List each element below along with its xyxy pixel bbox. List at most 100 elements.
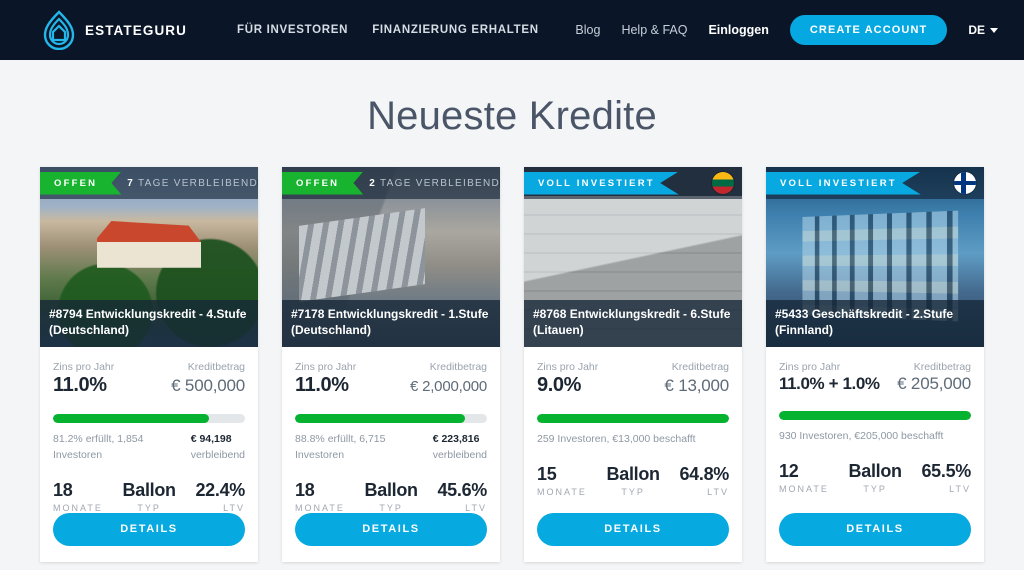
ltv-key: LTV — [707, 486, 729, 497]
secondary-nav: Blog Help & FAQ Einloggen CREATE ACCOUNT… — [575, 15, 998, 45]
stat-ltv: 64.8% LTV — [679, 464, 729, 497]
loan-card-status-bar: OFFEN 2 TAGE VERBLEIBEND — [282, 167, 500, 199]
interest-rate-value: 11.0% — [295, 374, 349, 396]
days-remaining-number: 7 — [127, 177, 135, 189]
funding-progress-text: 88.8% erfüllt, 6,715 Investoren — [295, 433, 386, 461]
remaining-amount: € 94,198 — [190, 433, 232, 445]
stat-type: Ballon TYP — [364, 479, 419, 513]
funding-progress-bar — [295, 414, 487, 423]
funding-summary: 930 Investoren, €205,000 beschafft — [779, 429, 971, 445]
months-key: MONATE — [779, 483, 829, 494]
stat-ltv: 65.5% LTV — [921, 461, 971, 494]
loan-type-key: TYP — [137, 502, 161, 513]
loan-card-media: VOLL INVESTIERT #5433 Geschäftskredit - … — [766, 167, 984, 347]
funding-summary: 259 Investoren, €13,000 beschafft — [537, 432, 729, 448]
months-key: MONATE — [537, 486, 587, 497]
loan-title: #8794 Entwicklungskredit - 4.Stufe (Deut… — [40, 300, 258, 347]
loan-metric-values: 11.0% € 2,000,000 — [295, 374, 487, 397]
status-badge: VOLL INVESTIERT — [524, 171, 679, 195]
language-selector-label: DE — [968, 23, 985, 37]
stat-months: 12 MONATE — [779, 461, 829, 494]
nav-link-blog[interactable]: Blog — [575, 23, 600, 37]
loan-card-media: VOLL INVESTIERT #8768 Entwicklungskredit… — [524, 167, 742, 347]
loan-title: #7178 Entwicklungskredit - 1.Stufe (Deut… — [282, 300, 500, 347]
loan-card-status-bar: OFFEN 7 TAGE VERBLEIBEND — [40, 167, 258, 199]
funding-progress-fill — [537, 414, 729, 423]
interest-rate-value: 11.0% — [53, 374, 107, 396]
rate-label: Zins pro Jahr — [295, 361, 357, 373]
funding-progress-fill — [295, 414, 466, 423]
funding-progress-fill — [779, 411, 971, 420]
loan-type-key: TYP — [863, 483, 887, 494]
loan-stats: 18 MONATE Ballon TYP 45.6% LTV — [295, 480, 487, 513]
interest-rate-value: 11.0% + 1.0% — [779, 374, 880, 393]
language-selector[interactable]: DE — [968, 23, 998, 37]
months-value: 18 — [53, 479, 73, 500]
loan-title: #5433 Geschäftskredit - 2.Stufe (Finnlan… — [766, 300, 984, 347]
days-remaining-number: 2 — [369, 177, 377, 189]
loan-card[interactable]: VOLL INVESTIERT #5433 Geschäftskredit - … — [766, 167, 984, 562]
nav-link-fuer-investoren[interactable]: FÜR INVESTOREN — [237, 24, 348, 36]
months-value: 18 — [295, 479, 315, 500]
loan-amount-value: € 2,000,000 — [409, 378, 487, 395]
loan-card-status-bar: VOLL INVESTIERT — [524, 167, 742, 199]
details-button[interactable]: DETAILS — [537, 512, 729, 546]
status-badge: OFFEN — [40, 171, 122, 195]
funding-progress-bar — [53, 414, 245, 423]
days-remaining: 2 TAGE VERBLEIBEND — [369, 178, 500, 189]
ltv-value: 65.5% — [921, 460, 971, 481]
loan-stats: 12 MONATE Ballon TYP 65.5% LTV — [779, 461, 971, 494]
interest-rate-value: 9.0% — [537, 374, 581, 396]
loan-card[interactable]: OFFEN 7 TAGE VERBLEIBEND #8794 Entwicklu… — [40, 167, 258, 562]
loan-metric-labels: Zins pro Jahr Kreditbetrag — [295, 361, 487, 373]
rate-label: Zins pro Jahr — [779, 361, 841, 373]
details-button[interactable]: DETAILS — [779, 512, 971, 546]
page-title: Neueste Kredite — [367, 94, 657, 138]
loan-card[interactable]: OFFEN 2 TAGE VERBLEIBEND #7178 Entwicklu… — [282, 167, 500, 562]
remaining-amount-label: verbleibend — [190, 448, 245, 461]
details-button[interactable]: DETAILS — [295, 512, 487, 546]
remaining-amount-label: verbleibend — [432, 448, 487, 461]
brand-logo-link[interactable]: ESTATEGURU — [42, 10, 187, 50]
loan-stats: 15 MONATE Ballon TYP 64.8% LTV — [537, 464, 729, 497]
login-link[interactable]: Einloggen — [708, 23, 768, 37]
loan-metric-values: 9.0% € 13,000 — [537, 374, 729, 397]
details-button[interactable]: DETAILS — [53, 512, 245, 546]
rate-label: Zins pro Jahr — [537, 361, 599, 373]
nav-link-help-faq[interactable]: Help & FAQ — [621, 23, 687, 37]
amount-label: Kreditbetrag — [671, 361, 729, 373]
funding-progress-fill — [53, 414, 209, 423]
loan-card-status-bar: VOLL INVESTIERT — [766, 167, 984, 199]
create-account-button[interactable]: CREATE ACCOUNT — [789, 15, 948, 45]
loan-card-media: OFFEN 7 TAGE VERBLEIBEND #8794 Entwicklu… — [40, 167, 258, 347]
stat-ltv: 45.6% LTV — [437, 480, 487, 513]
chevron-down-icon — [990, 27, 998, 33]
ltv-value: 64.8% — [679, 463, 729, 484]
loan-metric-labels: Zins pro Jahr Kreditbetrag — [53, 361, 245, 373]
funding-summary: 88.8% erfüllt, 6,715 Investoren € 223,81… — [295, 432, 487, 464]
loan-card-grid: OFFEN 7 TAGE VERBLEIBEND #8794 Entwicklu… — [0, 139, 1024, 562]
days-remaining-text: TAGE VERBLEIBEND — [379, 177, 500, 189]
loan-amount-value: € 13,000 — [664, 376, 729, 395]
days-remaining-text: TAGE VERBLEIBEND — [137, 177, 258, 189]
loan-amount-value: € 205,000 — [897, 374, 971, 393]
status-badge: VOLL INVESTIERT — [766, 171, 921, 195]
funding-progress-text: 81.2% erfüllt, 1,854 Investoren — [53, 433, 144, 461]
nav-link-finanzierung-erhalten[interactable]: FINANZIERUNG ERHALTEN — [372, 24, 539, 36]
loan-type-key: TYP — [379, 502, 403, 513]
loan-card[interactable]: VOLL INVESTIERT #8768 Entwicklungskredit… — [524, 167, 742, 562]
ltv-key: LTV — [949, 483, 971, 494]
loan-type-value: Ballon — [364, 479, 419, 500]
loan-metric-values: 11.0% + 1.0% € 205,000 — [779, 374, 971, 394]
loan-metric-labels: Zins pro Jahr Kreditbetrag — [537, 361, 729, 373]
loan-amount-value: € 500,000 — [171, 376, 245, 395]
loan-type-value: Ballon — [848, 460, 903, 481]
ltv-value: 22.4% — [195, 479, 245, 500]
stat-type: Ballon TYP — [123, 480, 177, 513]
loan-card-media: OFFEN 2 TAGE VERBLEIBEND #7178 Entwicklu… — [282, 167, 500, 347]
loan-card-body: Zins pro Jahr Kreditbetrag 11.0% € 500,0… — [40, 347, 258, 562]
primary-nav: FÜR INVESTOREN FINANZIERUNG ERHALTEN — [237, 24, 539, 36]
funding-summary: 81.2% erfüllt, 1,854 Investoren € 94,198… — [53, 432, 245, 464]
finland-flag-icon — [954, 172, 976, 194]
stat-months: 18 MONATE — [295, 480, 345, 513]
